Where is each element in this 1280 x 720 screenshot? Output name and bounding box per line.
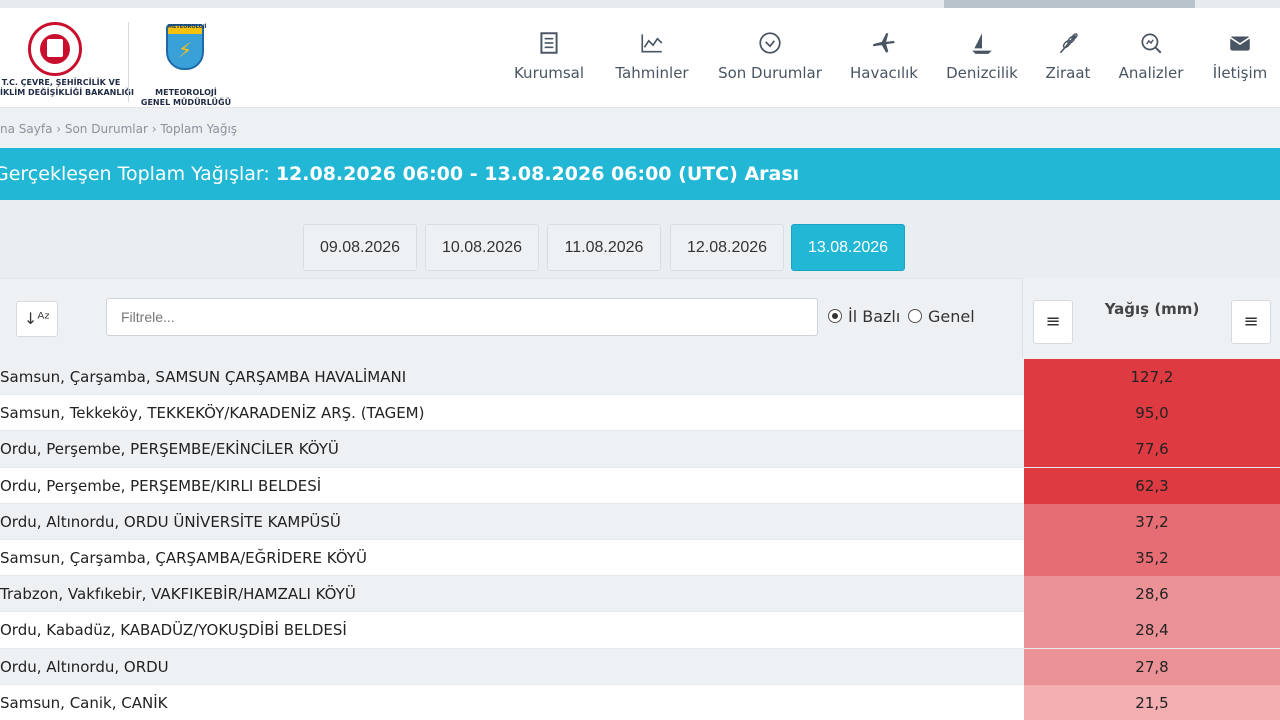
sort-asc-button[interactable]: ≡ <box>1231 300 1271 344</box>
table-row[interactable]: Ordu, Kabadüz, KABADÜZ/YOKUŞDİBİ BELDESİ… <box>0 612 1280 649</box>
ministry-seal-icon <box>28 22 82 76</box>
nav-havacilik[interactable]: Havacılık <box>850 8 918 108</box>
sort-desc-icon: ≡ <box>1045 311 1061 332</box>
precipitation-value: 37,2 <box>1024 503 1280 540</box>
page-title: Gerçekleşen Toplam Yağışlar: 12.08.2026 … <box>0 148 1280 200</box>
mail-icon <box>1229 36 1251 51</box>
top-strip-bar <box>944 0 1195 8</box>
precipitation-value: 27,8 <box>1024 648 1280 685</box>
table-row[interactable]: Trabzon, Vakfıkebir, VAKFIKEBİR/HAMZALI … <box>0 576 1280 613</box>
radio-il-bazli[interactable]: İl Bazlı <box>828 307 900 326</box>
logo-divider <box>128 22 129 102</box>
precipitation-value: 62,3 <box>1024 467 1280 504</box>
station-name: Ordu, Perşembe, PERŞEMBE/EKİNCİLER KÖYÜ <box>0 440 339 459</box>
sort-desc-button[interactable]: ≡ <box>1033 300 1073 344</box>
breadcrumb[interactable]: na Sayfa › Son Durumlar › Toplam Yağış <box>0 122 237 136</box>
station-name: Ordu, Kabadüz, KABADÜZ/YOKUŞDİBİ BELDESİ <box>0 621 347 640</box>
table-row[interactable]: Samsun, Canik, CANİK 21,5 <box>0 684 1280 720</box>
mgm-shield-text: METEOROLOJİ <box>168 24 207 30</box>
ministry-logo[interactable]: T.C. ÇEVRE, ŞEHİRCİLİK VE İKLİM DEĞİŞİKL… <box>0 22 134 102</box>
wheat-icon <box>1059 33 1078 54</box>
date-button-active[interactable]: 13.08.2026 <box>791 224 905 271</box>
yagis-column-header: Yağış (mm) ≡ ≡ <box>1022 278 1280 358</box>
plane-icon <box>873 33 895 53</box>
document-icon <box>540 32 558 54</box>
chart-icon <box>641 34 663 53</box>
mgm-shield-icon: ⚡ <box>166 24 204 70</box>
date-button[interactable]: 09.08.2026 <box>303 224 417 271</box>
precipitation-value: 28,6 <box>1024 576 1280 613</box>
nav-label: Son Durumlar <box>718 64 822 82</box>
table-row[interactable]: Ordu, Perşembe, PERŞEMBE/EKİNCİLER KÖYÜ 7… <box>0 431 1280 468</box>
sort-alpha-icon: ↓ᴬᶻ <box>23 309 51 328</box>
precipitation-value: 21,5 <box>1024 684 1280 720</box>
nav-label: Denizcilik <box>946 64 1018 82</box>
station-name: Samsun, Çarşamba, SAMSUN ÇARŞAMBA HAVALİ… <box>0 368 407 386</box>
sort-asc-icon: ≡ <box>1243 311 1259 332</box>
title-range: 12.08.2026 06:00 - 13.08.2026 06:00 (UTC… <box>275 163 800 185</box>
title-prefix: Gerçekleşen Toplam Yağışlar: <box>0 163 276 185</box>
station-name: Ordu, Altınordu, ORDU ÜNİVERSİTE KAMPÜSÜ <box>0 512 341 531</box>
ministry-name: T.C. ÇEVRE, ŞEHİRCİLİK VE İKLİM DEĞİŞİKL… <box>0 78 134 97</box>
nav-label: Analizler <box>1118 64 1184 82</box>
table-row[interactable]: Samsun, Tekkeköy, TEKKEKÖY/KARADENİZ ARŞ… <box>0 395 1280 432</box>
date-button[interactable]: 12.08.2026 <box>670 224 784 271</box>
table-row[interactable]: Ordu, Altınordu, ORDU ÜNİVERSİTE KAMPÜSÜ… <box>0 503 1280 540</box>
precipitation-value: 28,4 <box>1024 612 1280 649</box>
nav-iletisim[interactable]: İletişim <box>1210 8 1270 108</box>
precipitation-value: 127,2 <box>1024 359 1280 395</box>
mgm-name: METEOROLOJİ GENEL MÜDÜRLÜĞÜ <box>140 88 232 107</box>
station-name: Samsun, Tekkeköy, TEKKEKÖY/KARADENİZ ARŞ… <box>0 404 425 423</box>
filter-input[interactable] <box>106 298 818 336</box>
nav-tahminler[interactable]: Tahminler <box>613 8 691 108</box>
sort-alpha-button[interactable]: ↓ᴬᶻ <box>16 301 58 337</box>
nav-label: Havacılık <box>850 64 918 82</box>
radio-checked-icon <box>828 309 842 323</box>
table-row[interactable]: Ordu, Altınordu, ORDU 27,8 <box>0 648 1280 685</box>
station-name: Samsun, Çarşamba, ÇARŞAMBA/EĞRİDERE KÖYÜ <box>0 548 367 567</box>
nav-label: İletişim <box>1212 64 1268 82</box>
radio-genel[interactable]: Genel <box>908 307 975 326</box>
precipitation-value: 77,6 <box>1024 431 1280 468</box>
nav-label: Tahminler <box>615 64 689 82</box>
nav-label: Kurumsal <box>513 64 585 82</box>
radio-unchecked-icon <box>908 309 922 323</box>
nav-denizcilik[interactable]: Denizcilik <box>946 8 1018 108</box>
station-name: Trabzon, Vakfıkebir, VAKFIKEBİR/HAMZALI … <box>0 585 356 604</box>
station-name: Samsun, Canik, CANİK <box>0 693 168 712</box>
precipitation-value: 95,0 <box>1024 395 1280 432</box>
nav-kurumsal[interactable]: Kurumsal <box>513 8 585 108</box>
top-strip <box>0 0 1280 8</box>
date-button[interactable]: 10.08.2026 <box>425 224 539 271</box>
precipitation-value: 35,2 <box>1024 539 1280 576</box>
table-row[interactable]: Samsun, Çarşamba, ÇARŞAMBA/EĞRİDERE KÖYÜ… <box>0 539 1280 577</box>
mgm-logo[interactable]: ⚡ METEOROLOJİ METEOROLOJİ GENEL MÜDÜRLÜĞ… <box>138 22 234 107</box>
nav-son-durumlar[interactable]: Son Durumlar <box>718 8 822 108</box>
nav-label: Ziraat <box>1045 64 1091 82</box>
precipitation-table: Samsun, Çarşamba, SAMSUN ÇARŞAMBA HAVALİ… <box>0 359 1280 720</box>
date-selector: 09.08.2026 10.08.2026 11.08.2026 12.08.2… <box>0 200 1280 278</box>
table-row[interactable]: Ordu, Perşembe, PERŞEMBE/KIRLI BELDESİ 62… <box>0 467 1280 504</box>
sail-icon <box>972 33 992 54</box>
nav-ziraat[interactable]: Ziraat <box>1045 8 1091 108</box>
station-name: Ordu, Altınordu, ORDU <box>0 657 169 676</box>
date-button[interactable]: 11.08.2026 <box>547 224 661 271</box>
table-row[interactable]: Samsun, Çarşamba, SAMSUN ÇARŞAMBA HAVALİ… <box>0 359 1280 396</box>
analysis-icon <box>1141 33 1162 54</box>
station-name: Ordu, Perşembe, PERŞEMBE/KIRLI BELDESİ <box>0 476 322 495</box>
nav-analizler[interactable]: Analizler <box>1118 8 1184 108</box>
check-circle-icon <box>759 32 781 54</box>
